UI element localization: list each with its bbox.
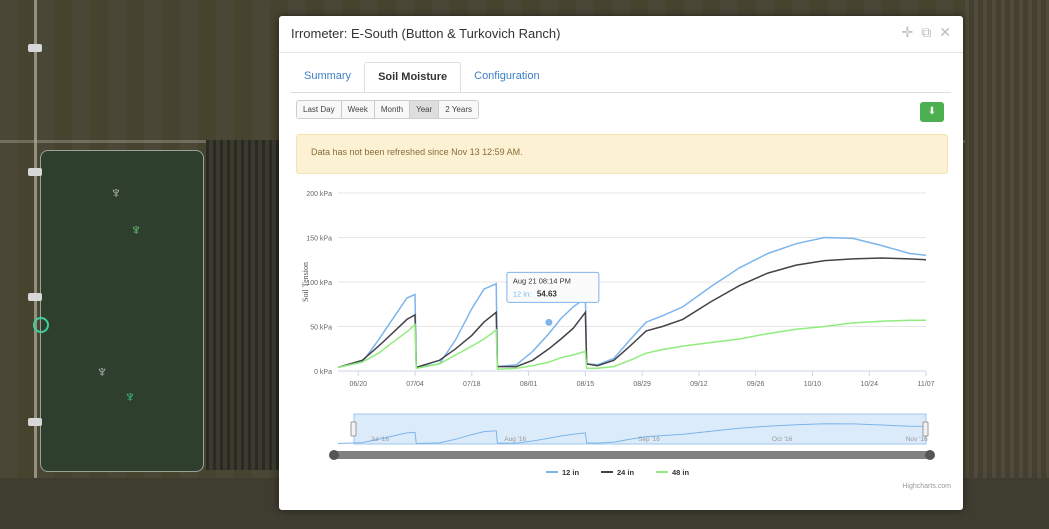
navigator-label: Nov '16 xyxy=(906,436,928,443)
sensor-icon[interactable]: ♆ xyxy=(124,389,136,407)
y-tick-label: 0 kPa xyxy=(314,369,332,376)
alert-text: Data has not been refreshed since Nov 13… xyxy=(311,147,523,157)
map-marker[interactable] xyxy=(28,44,42,52)
close-icon[interactable]: ✕ xyxy=(939,24,951,41)
range-last-day-button[interactable]: Last Day xyxy=(297,101,342,118)
tab-bar: Summary Soil Moisture Configuration xyxy=(291,62,553,92)
navigator-label: Oct '16 xyxy=(772,436,793,443)
tooltip-title: Aug 21 08:14 PM xyxy=(513,276,571,285)
y-tick-label: 100 kPa xyxy=(306,280,332,287)
range-2-years-button[interactable]: 2 Years xyxy=(439,101,478,118)
scrollbar-right-button xyxy=(925,450,935,460)
navigator-label: Aug '16 xyxy=(504,436,526,443)
move-icon[interactable]: ✛ xyxy=(902,24,914,41)
x-tick-label: 09/26 xyxy=(747,381,765,388)
range-year-button[interactable]: Year xyxy=(410,101,440,118)
x-tick-label: 09/12 xyxy=(690,381,708,388)
map-marker[interactable] xyxy=(28,168,42,176)
tab-soil-moisture[interactable]: Soil Moisture xyxy=(364,62,462,92)
range-week-button[interactable]: Week xyxy=(341,101,375,118)
tooltip-value: 54.63 xyxy=(537,289,558,298)
chart-credit: Highcharts.com xyxy=(902,483,951,490)
y-tick-label: 50 kPa xyxy=(310,325,332,332)
y-axis-title: Soil Tension xyxy=(301,262,310,302)
range-selector: Last Day Week Month Year 2 Years xyxy=(296,100,479,119)
x-tick-label: 11/07 xyxy=(918,381,935,388)
sensor-icon[interactable]: ♆ xyxy=(110,185,122,203)
field-boundary[interactable] xyxy=(40,150,204,472)
navigator-scrollbar xyxy=(332,451,932,459)
sensor-icon[interactable]: ♆ xyxy=(96,364,108,382)
navigator-label: Sep '16 xyxy=(638,436,660,443)
legend-item-24-in: 24 in xyxy=(617,468,635,477)
map-marker[interactable] xyxy=(28,418,42,426)
navigator-right-handle xyxy=(922,421,929,437)
tab-configuration[interactable]: Configuration xyxy=(461,62,552,92)
series-line-12-in xyxy=(337,236,927,369)
tooltip-series: 12 in: xyxy=(513,289,531,298)
map-road xyxy=(34,0,37,529)
sensor-icon[interactable]: ♆ xyxy=(130,222,142,240)
map-field-strip xyxy=(206,140,281,470)
download-icon: ⬇ xyxy=(927,106,937,117)
chart-svg: 0 kPa 50 kPa 100 kPa 150 kPa 200 kPa Soil Ten… xyxy=(301,191,935,477)
modal-actions: ✛ ⧉ ✕ xyxy=(902,24,951,41)
alert-banner: Data has not been refreshed since Nov 13… xyxy=(296,134,948,174)
x-tick-label: 10/24 xyxy=(860,381,878,388)
modal-title: Irrometer: E-South (Button & Turkovich R… xyxy=(291,26,561,41)
x-tick-label: 08/15 xyxy=(577,381,595,388)
download-button[interactable]: ⬇ xyxy=(920,102,944,122)
soil-moisture-chart: 0 kPa 50 kPa 100 kPa 150 kPa 200 kPa Soil Ten… xyxy=(296,181,946,496)
navigator-left-handle xyxy=(350,421,357,437)
x-tick-label: 07/18 xyxy=(463,381,481,388)
x-tick-label: 08/29 xyxy=(633,381,651,388)
map-field-strip xyxy=(965,0,1049,529)
divider xyxy=(279,52,963,53)
tab-summary[interactable]: Summary xyxy=(291,62,364,92)
divider xyxy=(291,92,951,93)
x-tick-label: 06/20 xyxy=(350,381,368,388)
scrollbar-left-button xyxy=(329,450,339,460)
y-tick-label: 150 kPa xyxy=(306,236,332,243)
series-line-24-in xyxy=(337,257,927,369)
x-tick-label: 10/10 xyxy=(804,381,822,388)
tooltip-marker xyxy=(544,317,554,327)
location-pin-icon[interactable] xyxy=(33,317,49,333)
legend-item-48-in: 48 in xyxy=(672,468,690,477)
x-tick-label: 08/01 xyxy=(520,381,538,388)
range-month-button[interactable]: Month xyxy=(374,101,411,118)
legend-item-12-in: 12 in xyxy=(562,468,580,477)
map-marker[interactable] xyxy=(28,293,42,301)
x-tick-label: 07/04 xyxy=(406,381,424,388)
y-tick-label: 200 kPa xyxy=(306,191,332,198)
copy-icon[interactable]: ⧉ xyxy=(921,24,931,41)
sensor-modal: Irrometer: E-South (Button & Turkovich R… xyxy=(279,16,963,510)
navigator-label: Jul '16 xyxy=(370,436,389,443)
